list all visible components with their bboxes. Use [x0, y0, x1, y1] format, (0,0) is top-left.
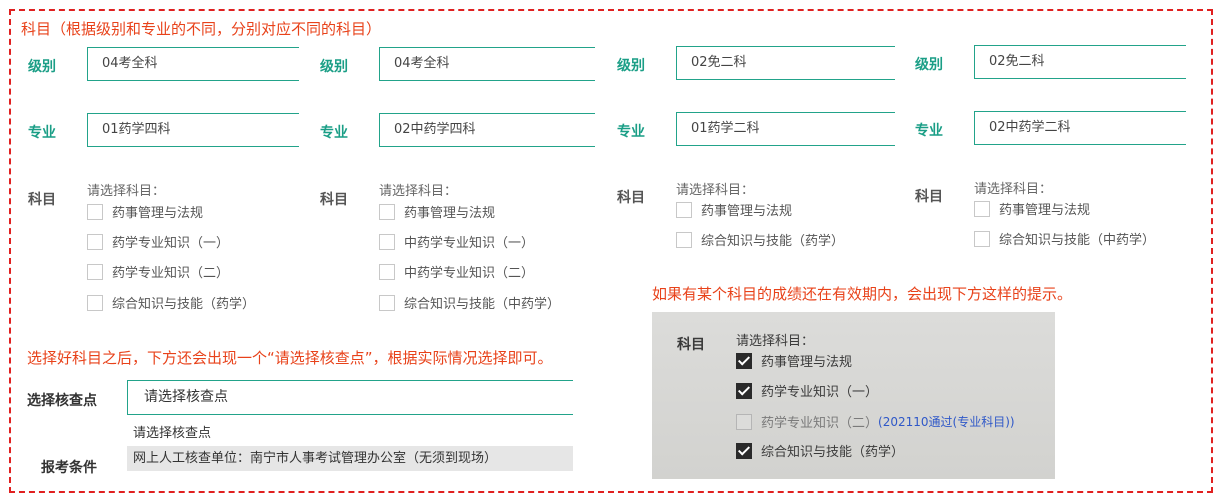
major-label: 专业 [617, 124, 645, 140]
check-point-label: 选择核查点 [27, 393, 97, 409]
subject-option-label: 药事管理与法规 [701, 204, 793, 219]
valid-annotation: 如果有某个科目的成绩还在有效期内，会出现下方这样的提示。 [652, 285, 1073, 303]
subject-hint: 请选择科目： [676, 183, 755, 198]
major-label: 专业 [320, 125, 348, 141]
select-annotation: 选择好科目之后，下方还会出现一个“请选择核查点”，根据实际情况选择即可。 [27, 349, 553, 367]
example-photo: 科目 请选择科目： 药事管理与法规 药学专业知识（一） 药学专业知识（二）(20… [652, 312, 1055, 479]
subject-option[interactable]: 药学专业知识（二） [87, 261, 229, 281]
level-label: 级别 [320, 59, 348, 75]
photo-option: 综合知识与技能（药学） [736, 440, 904, 460]
subject-label: 科目 [617, 190, 645, 206]
checkbox[interactable] [974, 230, 990, 247]
subject-option[interactable]: 药事管理与法规 [379, 201, 495, 221]
checked-checkbox-icon [736, 442, 752, 459]
checkbox[interactable] [379, 263, 395, 280]
level-field[interactable]: 02免二科 [676, 46, 895, 80]
subject-hint: 请选择科目： [974, 182, 1053, 197]
subject-option-label: 中药学专业知识（一） [404, 236, 535, 251]
checkbox[interactable] [676, 231, 692, 248]
subject-option-label: 综合知识与技能（中药学） [999, 233, 1156, 248]
checkbox[interactable] [87, 233, 103, 250]
subject-option[interactable]: 药事管理与法规 [676, 199, 792, 219]
subject-option[interactable]: 综合知识与技能（药学） [87, 292, 255, 312]
subject-option[interactable]: 药学专业知识（一） [87, 231, 229, 251]
subject-option[interactable]: 药事管理与法规 [87, 201, 203, 221]
checked-checkbox-icon [736, 382, 752, 399]
photo-option: 药事管理与法规 [736, 350, 852, 370]
subject-option[interactable]: 综合知识与技能（中药学） [379, 292, 560, 312]
subject-option[interactable]: 中药学专业知识（一） [379, 231, 534, 251]
subject-option-label: 药事管理与法规 [112, 206, 204, 221]
subject-hint: 请选择科目： [379, 184, 458, 199]
major-field[interactable]: 02中药学四科 [379, 113, 595, 147]
checkbox[interactable] [87, 294, 103, 311]
major-field[interactable]: 01药学四科 [87, 113, 299, 147]
level-field[interactable]: 04考全科 [87, 47, 299, 81]
subject-option[interactable]: 中药学专业知识（二） [379, 261, 534, 281]
subject-option-label: 中药学专业知识（二） [404, 266, 535, 281]
photo-option-label: 药学专业知识（二） [761, 416, 879, 431]
subject-option-label: 药学专业知识（二） [112, 266, 230, 281]
subject-option-label: 药事管理与法规 [999, 203, 1091, 218]
photo-option-label: 药事管理与法规 [761, 355, 853, 370]
major-field[interactable]: 01药学二科 [676, 112, 895, 146]
level-field[interactable]: 04考全科 [379, 47, 595, 81]
check-point-dropdown: 请选择核查点 网上人工核查单位：南宁市人事考试管理办公室（无须到现场） [127, 421, 573, 471]
photo-option-note: (202110通过(专业科目)) [878, 415, 1015, 429]
unchecked-checkbox-icon [736, 413, 752, 430]
subject-option-label: 综合知识与技能（药学） [112, 297, 256, 312]
subject-option-label: 综合知识与技能（药学） [701, 234, 845, 249]
exam-conditions-label: 报考条件 [41, 460, 97, 476]
level-label: 级别 [28, 59, 56, 75]
checkbox[interactable] [87, 263, 103, 280]
subject-label: 科目 [28, 192, 56, 208]
level-label: 级别 [915, 57, 943, 73]
checkbox[interactable] [87, 203, 103, 220]
level-field[interactable]: 02免二科 [974, 45, 1186, 79]
photo-option-label: 综合知识与技能（药学） [761, 445, 905, 460]
checkbox[interactable] [676, 201, 692, 218]
major-label: 专业 [28, 125, 56, 141]
checkbox[interactable] [379, 233, 395, 250]
subject-label: 科目 [915, 189, 943, 205]
subject-option[interactable]: 综合知识与技能（中药学） [974, 228, 1155, 248]
dropdown-option-highlighted[interactable]: 网上人工核查单位：南宁市人事考试管理办公室（无须到现场） [127, 446, 573, 471]
level-label: 级别 [617, 58, 645, 74]
subject-option-label: 药事管理与法规 [404, 206, 496, 221]
dropdown-option[interactable]: 请选择核查点 [127, 421, 573, 446]
checkbox[interactable] [974, 200, 990, 217]
subject-option-label: 药学专业知识（一） [112, 236, 230, 251]
checkbox[interactable] [379, 203, 395, 220]
photo-option: 药学专业知识（二）(202110通过(专业科目)) [736, 411, 1015, 431]
checkbox[interactable] [379, 294, 395, 311]
subject-label: 科目 [320, 192, 348, 208]
subject-option[interactable]: 综合知识与技能（药学） [676, 229, 844, 249]
major-label: 专业 [915, 123, 943, 139]
checked-checkbox-icon [736, 352, 752, 369]
photo-subject-label: 科目 [677, 337, 705, 353]
photo-option-label: 药学专业知识（一） [761, 385, 879, 400]
subject-hint: 请选择科目： [87, 184, 166, 199]
major-field[interactable]: 02中药学二科 [974, 111, 1186, 145]
subject-option[interactable]: 药事管理与法规 [974, 198, 1090, 218]
check-point-select[interactable]: 请选择核查点 [127, 380, 573, 415]
top-annotation: 科目（根据级别和专业的不同，分别对应不同的科目） [21, 20, 382, 38]
subject-option-label: 综合知识与技能（中药学） [404, 297, 561, 312]
photo-option: 药学专业知识（一） [736, 380, 878, 400]
photo-subject-hint: 请选择科目： [736, 334, 815, 349]
